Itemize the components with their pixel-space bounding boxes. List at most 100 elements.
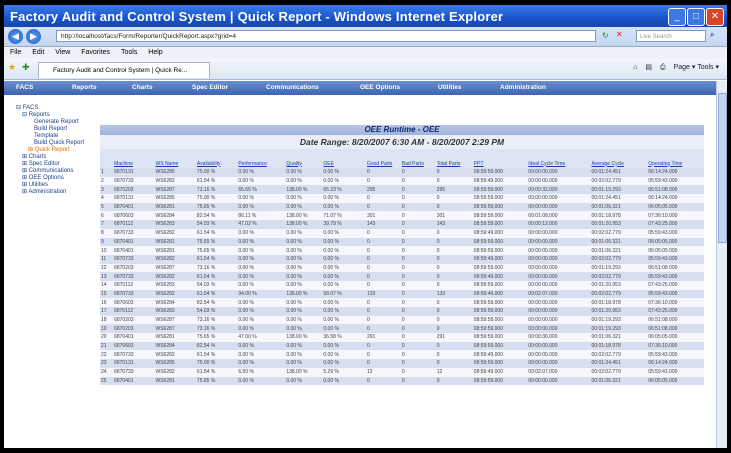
table-cell: 6870203 bbox=[113, 315, 155, 325]
table-cell: 0.00 % bbox=[237, 246, 286, 255]
table-cell: 06:05:05.000 bbox=[647, 333, 704, 342]
nav-communications[interactable]: Communications bbox=[266, 84, 319, 91]
column-header[interactable]: Performance bbox=[237, 159, 286, 168]
title-bar: Factory Audit and Control System | Quick… bbox=[4, 5, 727, 27]
menu-favorites[interactable]: Favorites bbox=[81, 49, 110, 56]
table-cell: 00:01:24.451 bbox=[590, 194, 648, 203]
table-row: 6 6870603 WS6284 82.54 % 86.11 % 138.00 % 71.0… bbox=[100, 211, 704, 221]
maximize-button[interactable]: □ bbox=[687, 8, 705, 26]
add-favorite-icon[interactable]: ✚ bbox=[22, 62, 30, 73]
refresh-icon[interactable]: ↻ bbox=[602, 31, 609, 40]
tree-node-reports[interactable]: ⊟ Reports bbox=[16, 112, 94, 119]
column-header[interactable]: PPT bbox=[472, 159, 528, 168]
table-cell: 0.00 % bbox=[285, 280, 323, 290]
column-header[interactable]: Average Cycle bbox=[590, 159, 648, 168]
table-cell: 0 bbox=[400, 341, 436, 351]
nav-facs[interactable]: FACS bbox=[16, 84, 33, 91]
tree-node-spec-editor[interactable]: ⊞ Spec Editor bbox=[16, 161, 94, 168]
stop-icon[interactable]: ✕ bbox=[616, 30, 623, 39]
tree-node-oee-options[interactable]: ⊞ OEE Options bbox=[16, 175, 94, 182]
table-cell: 00:00:00.000 bbox=[527, 341, 591, 351]
table-cell: 08:59:59.000 bbox=[472, 237, 528, 247]
table-cell: 00:01:20.953 bbox=[590, 307, 648, 316]
home-icon[interactable]: ⌂ bbox=[633, 64, 637, 71]
table-cell: WS6281 bbox=[154, 376, 196, 386]
table-cell: 00:00:00.000 bbox=[527, 202, 591, 212]
tree-node-utilities[interactable]: ⊞ Utilities bbox=[16, 182, 94, 189]
table-row: 25 6870401 WS6281 75.65 % 0.00 % 0.00 % 0.00 %… bbox=[100, 376, 704, 386]
table-cell: 73.16 % bbox=[195, 263, 238, 273]
table-cell: 73.16 % bbox=[195, 315, 238, 325]
table-cell: 0 bbox=[365, 176, 401, 186]
menu-edit[interactable]: Edit bbox=[32, 49, 44, 56]
table-row: 22 6870733 WS6282 61.54 % 0.00 % 0.00 % 0.00 %… bbox=[100, 350, 704, 360]
column-header[interactable]: Machine bbox=[113, 159, 155, 168]
column-header[interactable]: Good Parts bbox=[365, 159, 401, 168]
feeds-icon[interactable]: ▤ bbox=[645, 64, 652, 71]
close-button[interactable]: ✕ bbox=[706, 8, 724, 26]
tab-quick-report[interactable]: Factory Audit and Control System | Quick… bbox=[38, 62, 210, 78]
table-cell: 0.00 % bbox=[285, 254, 323, 264]
table-cell: 39.79 % bbox=[322, 220, 366, 229]
table-cell: 301 bbox=[365, 211, 401, 221]
tree-item-build-quick-report[interactable]: Build Quick Report bbox=[16, 140, 86, 147]
scrollbar-thumb[interactable] bbox=[718, 93, 727, 243]
menu-help[interactable]: Help bbox=[148, 49, 162, 56]
table-cell: 08:59:59.000 bbox=[472, 333, 528, 342]
table-cell: 0 bbox=[435, 246, 473, 255]
tree-node-communications[interactable]: ⊞ Communications bbox=[16, 168, 94, 175]
column-header[interactable]: Quality bbox=[285, 159, 323, 168]
table-cell: 23 bbox=[100, 359, 114, 368]
search-input[interactable]: Live Search bbox=[636, 30, 706, 42]
table-cell: 0.00 % bbox=[237, 228, 286, 238]
table-cell: 8 bbox=[100, 228, 114, 238]
vertical-scrollbar[interactable] bbox=[716, 81, 727, 448]
search-icon[interactable]: ⌕ bbox=[710, 30, 714, 40]
column-header[interactable]: Operating Time bbox=[647, 159, 704, 168]
nav-charts[interactable]: Charts bbox=[132, 84, 153, 91]
table-cell: 75.65 % bbox=[195, 246, 238, 255]
table-cell: 08:59:49.000 bbox=[472, 254, 528, 264]
table-cell: 6.50 % bbox=[237, 367, 286, 377]
nav-oee-options[interactable]: OEE Options bbox=[360, 84, 400, 91]
column-header[interactable]: WS Name bbox=[154, 159, 196, 168]
table-cell: 06:14:24.000 bbox=[647, 359, 704, 368]
nav-utilities[interactable]: Utilities bbox=[438, 84, 461, 91]
table-cell: 0.00 % bbox=[322, 246, 366, 255]
nav-spec-editor[interactable]: Spec Editor bbox=[192, 84, 228, 91]
forward-icon[interactable]: ▶ bbox=[26, 29, 41, 44]
print-icon[interactable]: ⎙ bbox=[660, 64, 666, 71]
table-cell: 73.16 % bbox=[195, 185, 238, 195]
back-icon[interactable]: ◀ bbox=[8, 29, 23, 44]
favorites-star-icon[interactable]: ★ bbox=[8, 62, 16, 73]
tree-item-build-report-template[interactable]: Build Report Template bbox=[16, 126, 86, 140]
table-cell: 0 bbox=[400, 350, 436, 360]
table-cell: 0 bbox=[365, 202, 401, 212]
table-cell: WS6284 bbox=[154, 298, 196, 307]
table-cell: 21 bbox=[100, 341, 114, 351]
menu-view[interactable]: View bbox=[55, 49, 70, 56]
table-cell: 00:01:18.978 bbox=[590, 298, 648, 307]
column-header[interactable]: OEE bbox=[322, 159, 366, 168]
column-header[interactable]: Bad Parts bbox=[400, 159, 436, 168]
page-tools-menu[interactable]: Page ▾ Tools ▾ bbox=[674, 64, 719, 71]
menu-tools[interactable]: Tools bbox=[121, 49, 137, 56]
nav-reports[interactable]: Reports bbox=[72, 84, 97, 91]
tree-node-administration[interactable]: ⊞ Administration bbox=[16, 189, 94, 196]
tree-node-facs[interactable]: ⊟ FACS bbox=[16, 105, 94, 112]
nav-administration[interactable]: Administration bbox=[500, 84, 546, 91]
table-cell: 6870131 bbox=[113, 194, 155, 203]
minimize-button[interactable]: _ bbox=[668, 8, 686, 26]
table-cell: WS6287 bbox=[154, 315, 196, 325]
tree-item-generate-report[interactable]: Generate Report bbox=[16, 119, 86, 126]
table-cell: 05:59:43.000 bbox=[647, 176, 704, 186]
table-cell: 0.00 % bbox=[285, 202, 323, 212]
column-header[interactable]: Ideal Cycle Time bbox=[527, 159, 591, 168]
url-field[interactable]: http://localhost/facs/Form/Reporter/Quic… bbox=[56, 30, 596, 42]
column-header[interactable]: Availability bbox=[195, 159, 238, 168]
tree-item-quick-report[interactable]: ⊞ Quick Report bbox=[16, 147, 94, 154]
column-header[interactable]: Total Parts bbox=[435, 159, 473, 168]
tree-node-charts[interactable]: ⊞ Charts bbox=[16, 154, 94, 161]
menu-file[interactable]: File bbox=[10, 49, 21, 56]
table-cell: 12 bbox=[365, 367, 401, 377]
